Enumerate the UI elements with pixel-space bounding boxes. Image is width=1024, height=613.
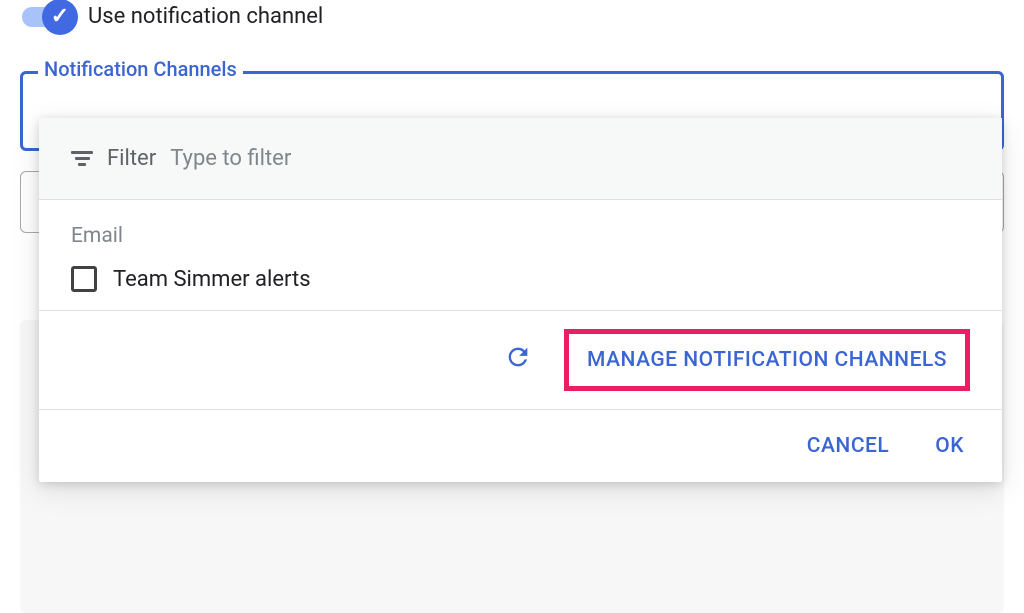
toggle-label: Use notification channel <box>88 4 323 29</box>
channel-checkbox[interactable] <box>71 266 97 292</box>
channel-section-email: Email Team Simmer alerts <box>39 200 1002 311</box>
channel-item[interactable]: Team Simmer alerts <box>71 266 970 292</box>
manage-notification-channels-button[interactable]: MANAGE NOTIFICATION CHANNELS <box>564 329 970 391</box>
filter-icon <box>71 151 93 166</box>
toggle-row: ✓ Use notification channel <box>0 0 1024 33</box>
ok-button[interactable]: OK <box>935 434 964 458</box>
fieldset-legend: Notification Channels <box>38 57 243 81</box>
channel-name: Team Simmer alerts <box>113 267 311 292</box>
manage-row: MANAGE NOTIFICATION CHANNELS <box>39 311 1002 410</box>
channel-type-label: Email <box>71 224 970 248</box>
cancel-button[interactable]: CANCEL <box>807 434 889 458</box>
actions-row: CANCEL OK <box>39 410 1002 482</box>
checkmark-icon: ✓ <box>51 4 69 29</box>
filter-input[interactable] <box>170 146 970 171</box>
filter-bar: Filter <box>39 118 1002 200</box>
filter-label: Filter <box>107 146 156 171</box>
use-notification-channel-toggle[interactable]: ✓ <box>22 7 72 27</box>
refresh-icon[interactable] <box>504 343 532 378</box>
notification-channels-dropdown: Filter Email Team Simmer alerts MANAGE N… <box>39 118 1002 482</box>
toggle-thumb: ✓ <box>42 0 78 35</box>
